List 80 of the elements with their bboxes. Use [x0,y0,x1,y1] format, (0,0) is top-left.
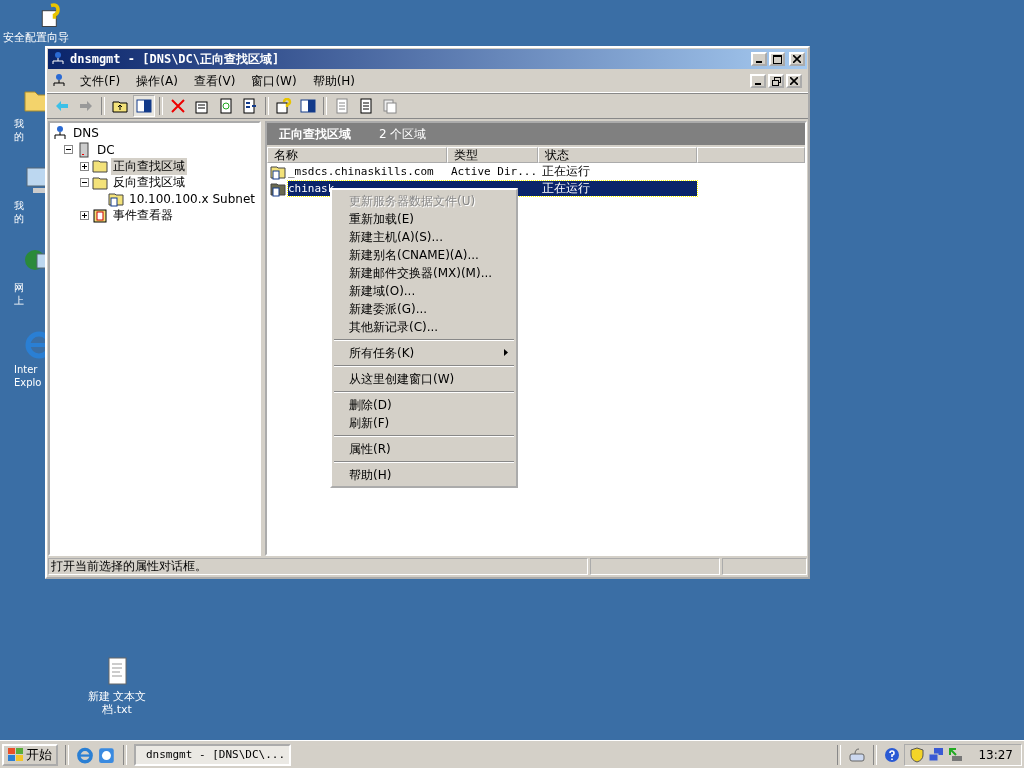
menu-item[interactable]: 从这里创建窗口(W) [332,370,516,388]
menu-item[interactable]: 删除(D) [332,396,516,414]
tree-item[interactable]: 10.100.100.x Subnet [127,192,257,207]
menu-item[interactable]: 新建邮件交换器(MX)(M)... [332,264,516,282]
list-row[interactable]: _msdcs.chinaskills.com Active Dir... 正在运行 [288,164,697,179]
tree-item[interactable]: 反向查找区域 [111,174,187,192]
flag-icon [8,748,23,761]
close-icon [793,55,801,63]
close-icon [790,77,798,85]
taskbar-button[interactable]: dnsmgmt - [DNS\DC\... [134,743,291,766]
minus-box-icon[interactable] [64,145,73,155]
menu-item[interactable]: 新建别名(CNAME)(A)... [332,246,516,264]
zone-folder-icon [270,180,286,197]
minimize-button[interactable] [751,52,767,66]
icon-label: 安全配置向导 [3,30,69,45]
menu-item[interactable]: 查看(V) [186,70,243,92]
zone-folder-icon [108,191,124,208]
minimize-button[interactable] [750,74,766,88]
browser-icon[interactable] [76,745,94,764]
menu-item[interactable]: 所有任务(K) [332,344,516,362]
folder-icon [92,174,108,191]
menu-item[interactable]: 刷新(F) [332,414,516,432]
close-button[interactable] [786,74,802,88]
table-cell: 正在运行 [542,163,590,180]
table-cell: 正在运行 [542,180,590,197]
icon-label: 网上 [14,281,24,307]
tree-item[interactable]: 事件查看器 [111,207,175,225]
pane-title: 正向查找区域 [279,125,351,143]
restore-button[interactable] [768,74,784,88]
start-button[interactable]: 开始 [2,743,58,766]
icon-label: Inter Explo [14,363,42,389]
column-header[interactable]: 状态 [538,147,697,163]
table-cell-text: Active Dir... [451,165,539,178]
network-icon[interactable] [928,746,945,763]
menu-item[interactable]: 重新加载(E) [332,210,516,228]
mail-icon[interactable] [98,745,116,764]
tree-item[interactable]: DNS [71,126,101,141]
menu-item[interactable]: 帮助(H) [305,70,363,92]
monitor-icon[interactable] [23,164,45,196]
tree-item[interactable]: 正向查找区域 [111,157,187,175]
network-tree-icon [52,125,68,142]
network-tree-icon [50,51,66,67]
menu-item[interactable]: 属性(R) [332,440,516,458]
network-tree-icon [51,73,67,89]
plus-box-icon[interactable] [80,161,89,171]
zone-count: 2 个区域 [379,125,427,143]
menu-item[interactable]: 文件(F) [73,70,128,92]
window-title: dnsmgmt - [DNS\DC\正向查找区域] [70,50,281,68]
column-header[interactable]: 类型 [447,147,538,163]
device-icon[interactable] [947,746,964,763]
folder-icon [92,158,108,175]
menu-item[interactable]: 操作(A) [129,70,185,92]
submenu-arrow-icon [504,349,508,356]
column-header[interactable]: 名称 [267,147,447,163]
help-icon[interactable] [884,746,901,763]
maximize-button[interactable] [769,52,785,66]
maximize-icon [772,54,782,64]
clock: 13:27 [978,747,1013,762]
log-book-icon [92,207,108,224]
icon-label: 我的 [14,199,24,225]
icon-label: 新建 文本文档.txt [86,690,148,716]
icon-label: 我的 [14,117,24,143]
menu-item[interactable]: 帮助(H) [332,466,516,484]
menu-item[interactable]: 新建委派(G)... [332,300,516,318]
server-icon [76,141,92,158]
panel-icon[interactable] [133,95,155,117]
menu-item[interactable]: 新建域(O)... [332,282,516,300]
menu-item[interactable]: 其他新记录(C)... [332,318,516,336]
close-button[interactable] [789,52,805,66]
table-cell-text: _msdcs.chinaskills.com [288,165,435,178]
menu-item[interactable]: 窗口(W) [244,70,304,92]
restore-icon [771,76,781,86]
plus-box-icon[interactable] [80,211,89,221]
keyboard-icon[interactable] [848,746,867,763]
status-text: 打开当前选择的属性对话框。 [48,558,588,575]
menu-item[interactable]: 新建主机(A)(S)... [332,228,516,246]
zone-folder-icon [270,163,286,180]
shield-icon[interactable] [909,746,926,763]
tree-item[interactable]: DC [95,142,117,157]
minus-box-icon[interactable] [80,178,89,188]
